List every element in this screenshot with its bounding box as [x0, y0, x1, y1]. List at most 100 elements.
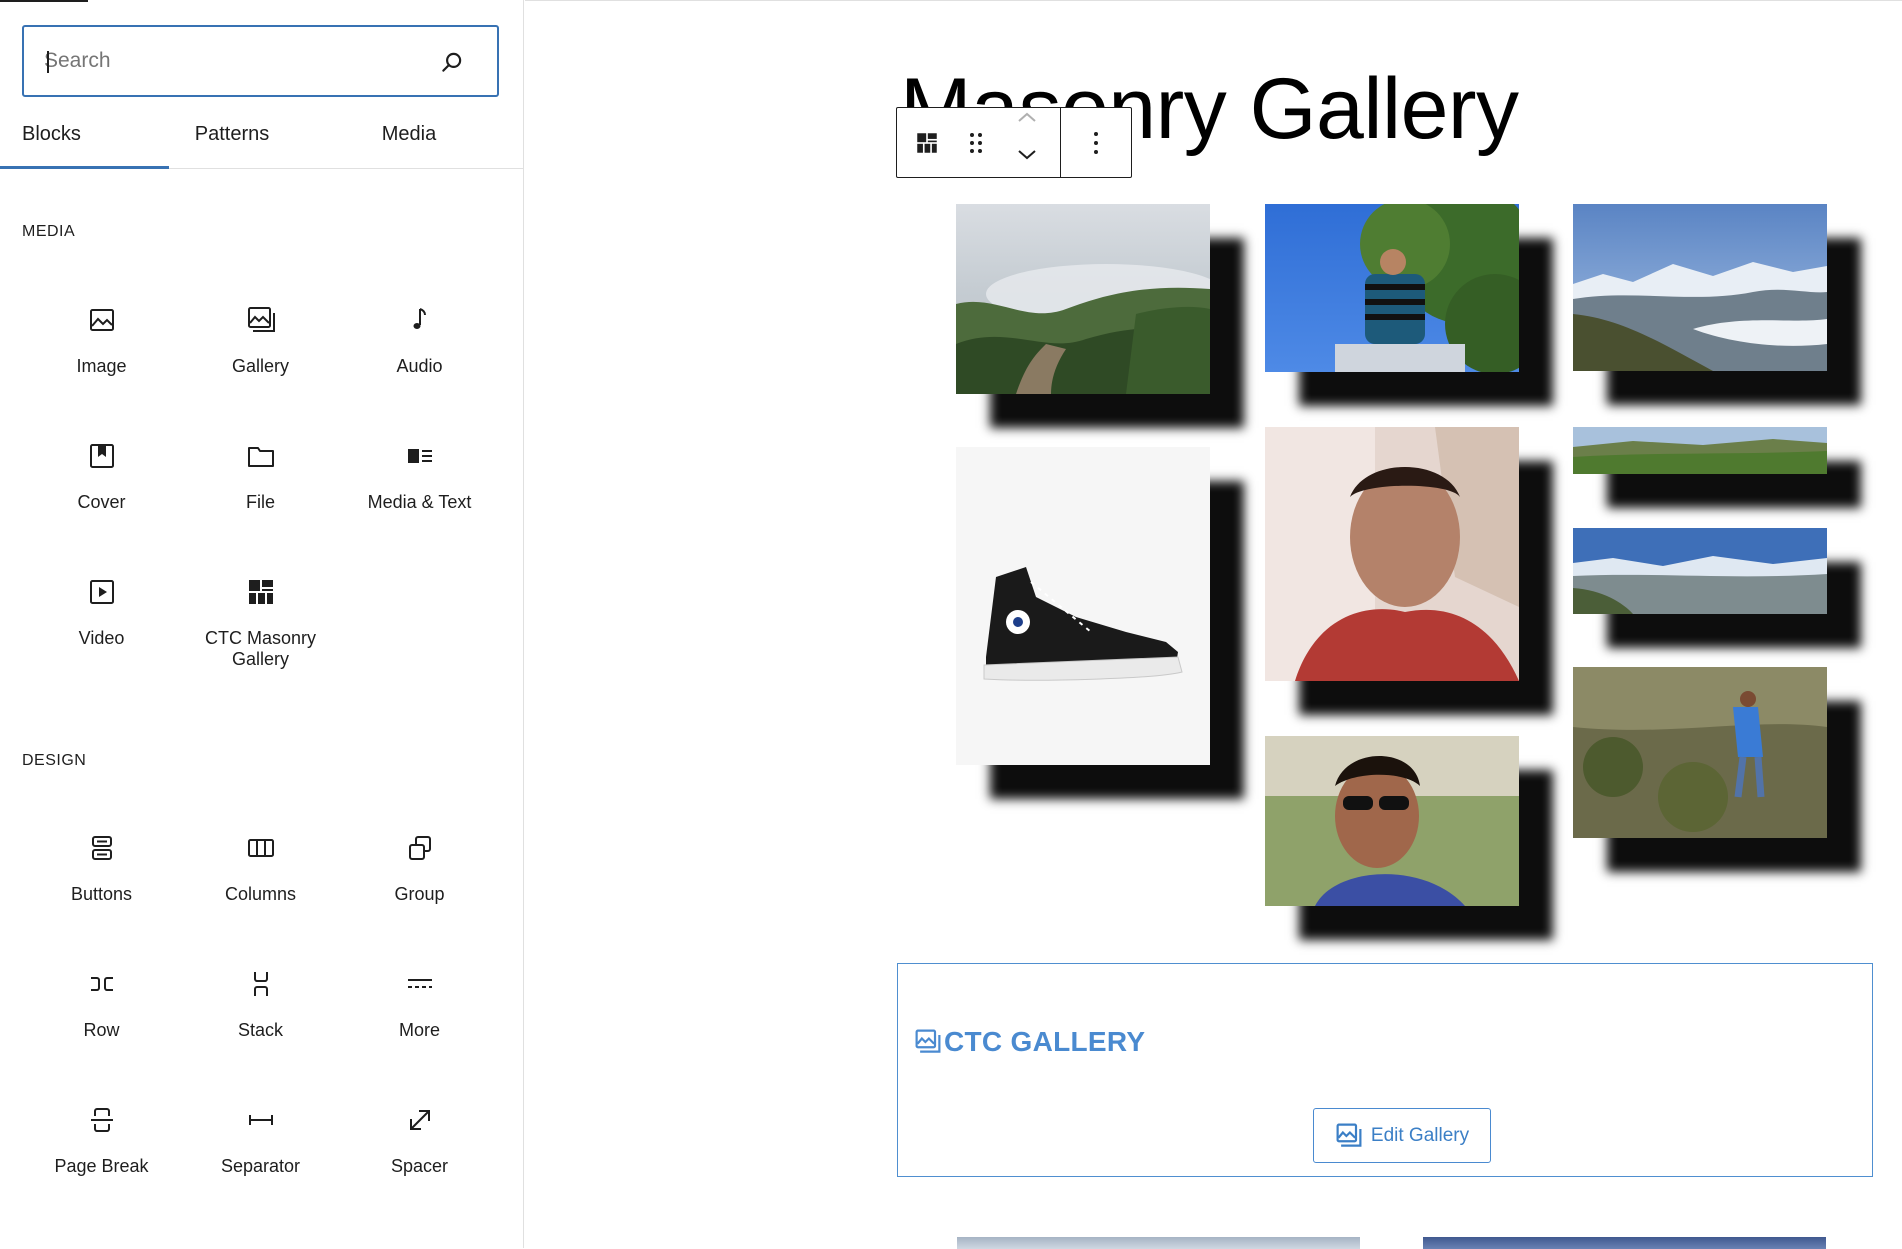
misty-valley-photo: [956, 204, 1210, 394]
ctc-gallery-heading: CTC GALLERY: [914, 1026, 1145, 1058]
block-toolbar: [896, 107, 1132, 178]
block-label: Media & Text: [367, 492, 472, 512]
text-caret: [47, 51, 49, 73]
block-item-ctc-masonry-gallery[interactable]: CTC Masonry Gallery: [181, 562, 340, 692]
gallery-photo[interactable]: [1265, 204, 1519, 372]
search-icon[interactable]: [439, 49, 465, 75]
row-icon: [86, 968, 118, 1000]
separator-icon: [245, 1104, 277, 1136]
section-title-media: MEDIA: [22, 223, 76, 240]
block-label: Separator: [220, 1156, 301, 1176]
buttons-icon: [86, 832, 118, 864]
green-plateau-photo: [1573, 427, 1827, 474]
block-label: Columns: [224, 884, 297, 904]
gallery-photo[interactable]: [1573, 667, 1827, 838]
section-title-design: DESIGN: [22, 752, 87, 769]
cover-icon: [86, 440, 118, 472]
block-label: Buttons: [70, 884, 133, 904]
sunglasses-portrait-photo: [1265, 736, 1519, 906]
stack-icon: [245, 968, 277, 1000]
block-label: Page Break: [54, 1156, 149, 1176]
move-up-button[interactable]: [997, 100, 1057, 134]
spacer-icon: [404, 1104, 436, 1136]
gallery-photo[interactable]: [1265, 736, 1519, 906]
partial-image-right: [1423, 1237, 1826, 1249]
man-in-tree-photo: [1265, 204, 1519, 372]
block-item-buttons[interactable]: Buttons: [22, 818, 181, 948]
drag-handle-icon: [970, 132, 982, 153]
gallery-icon: [1336, 1123, 1362, 1147]
masonry-gallery-icon: [917, 132, 937, 153]
block-item-media-text[interactable]: Media & Text: [340, 426, 499, 556]
more-icon: [404, 968, 436, 1000]
block-item-image[interactable]: Image: [22, 290, 181, 420]
move-down-button[interactable]: [997, 138, 1057, 172]
gallery-icon: [245, 304, 277, 336]
file-icon: [245, 440, 277, 472]
block-label: More: [398, 1020, 440, 1040]
gallery-photo[interactable]: [956, 447, 1210, 765]
inserter-tabs: Blocks Patterns Media: [0, 112, 523, 169]
block-label: Spacer: [390, 1156, 449, 1176]
gallery-photo[interactable]: [1573, 528, 1827, 614]
block-label: Gallery: [231, 356, 289, 376]
block-item-spacer[interactable]: Spacer: [340, 1090, 499, 1220]
ctc-gallery-block[interactable]: CTC GALLERY Edit Gallery: [897, 963, 1873, 1177]
gallery-photo[interactable]: [1265, 427, 1519, 681]
audio-icon: [404, 304, 436, 336]
gallery-photo[interactable]: [1573, 427, 1827, 474]
block-item-separator[interactable]: Separator: [181, 1090, 340, 1220]
block-item-cover[interactable]: Cover: [22, 426, 181, 556]
masonry-gallery-icon: [245, 576, 277, 608]
block-label: Row: [83, 1020, 120, 1040]
gallery-photo[interactable]: [956, 204, 1210, 394]
block-label: Audio: [396, 356, 443, 376]
tab-blocks[interactable]: Blocks: [0, 112, 169, 169]
chevron-up-icon: [1018, 112, 1036, 122]
search-box[interactable]: [22, 25, 499, 97]
video-icon: [86, 576, 118, 608]
hillside-hiker-photo: [1573, 667, 1827, 838]
sidebar-top-indicator: [0, 0, 88, 2]
block-item-group[interactable]: Group: [340, 818, 499, 948]
block-label: Stack: [237, 1020, 284, 1040]
block-item-audio[interactable]: Audio: [340, 290, 499, 420]
edit-gallery-button[interactable]: Edit Gallery: [1313, 1108, 1491, 1163]
block-item-page-break[interactable]: Page Break: [22, 1090, 181, 1220]
block-item-more[interactable]: More: [340, 954, 499, 1084]
tab-media[interactable]: Media: [350, 112, 468, 169]
chevron-down-icon: [1018, 150, 1036, 160]
block-options-button[interactable]: [1061, 108, 1131, 177]
block-item-video[interactable]: Video: [22, 562, 181, 692]
image-icon: [86, 304, 118, 336]
search-input[interactable]: [44, 27, 424, 95]
block-item-row[interactable]: Row: [22, 954, 181, 1084]
block-item-file[interactable]: File: [181, 426, 340, 556]
block-item-stack[interactable]: Stack: [181, 954, 340, 1084]
valley-panorama-photo: [1573, 528, 1827, 614]
columns-icon: [245, 832, 277, 864]
editor-canvas: Masonry Gallery CTC GALLERY Edit Gallery: [525, 0, 1902, 1249]
active-tab-indicator: [0, 166, 169, 169]
ctc-gallery-title: CTC GALLERY: [944, 1026, 1146, 1057]
block-label: File: [245, 492, 275, 512]
block-label: Video: [78, 628, 125, 648]
mountain-range-photo: [1573, 204, 1827, 371]
sneaker-photo: [956, 447, 1210, 765]
drag-handle[interactable]: [957, 108, 995, 177]
page-break-icon: [86, 1104, 118, 1136]
media-text-icon: [404, 440, 436, 472]
selfie-photo: [1265, 427, 1519, 681]
gallery-icon: [915, 1029, 941, 1053]
block-label: CTC Masonry Gallery: [204, 628, 316, 669]
block-item-columns[interactable]: Columns: [181, 818, 340, 948]
more-vertical-icon: [1094, 131, 1098, 154]
block-item-gallery[interactable]: Gallery: [181, 290, 340, 420]
block-label: Image: [76, 356, 127, 376]
edit-gallery-label: Edit Gallery: [1370, 1124, 1470, 1146]
gallery-photo[interactable]: [1573, 204, 1827, 371]
tab-patterns[interactable]: Patterns: [169, 112, 295, 169]
block-type-button[interactable]: [897, 108, 957, 177]
partial-image-left: [957, 1237, 1360, 1249]
block-inserter-sidebar: Blocks Patterns Media MEDIA Image Galler…: [0, 0, 524, 1248]
